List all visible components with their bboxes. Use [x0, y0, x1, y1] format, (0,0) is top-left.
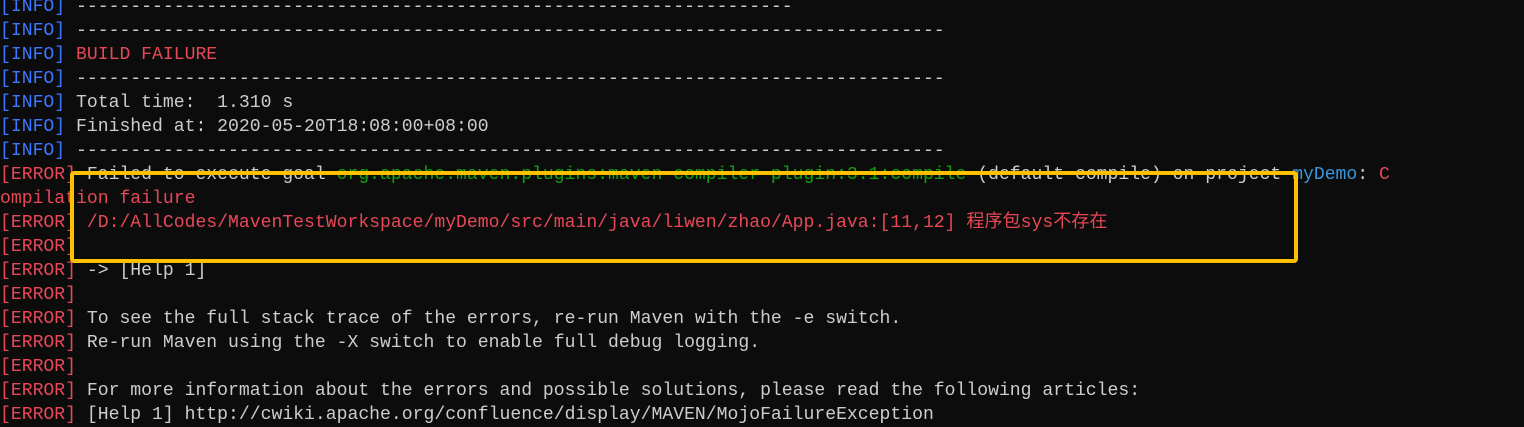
console-line: [INFO] BUILD FAILURE [0, 43, 1390, 67]
log-text: ----------------------------------------… [65, 0, 793, 17]
console-line: [ERROR] For more information about the e… [0, 379, 1390, 403]
log-level-tag: [INFO] [0, 93, 66, 113]
log-text: -> [Help 1] [76, 261, 207, 281]
log-text: Total time: 1.310 s [65, 93, 294, 113]
log-text: myDemo [1292, 165, 1358, 185]
log-text: ----------------------------------------… [65, 21, 945, 41]
console-line: [INFO] ---------------------------------… [0, 67, 1390, 91]
log-text: ----------------------------------------… [65, 141, 945, 161]
log-text: To see the full stack trace of the error… [76, 309, 902, 329]
log-level-tag: [INFO] [0, 45, 66, 65]
log-level-tag: [ERROR] [0, 261, 77, 281]
log-level-tag: [ERROR] [0, 285, 77, 305]
log-level-tag: [ERROR] [0, 357, 77, 377]
log-level-tag: [INFO] [0, 0, 66, 17]
log-level-tag: [INFO] [0, 21, 66, 41]
console-line: [INFO] ---------------------------------… [0, 139, 1390, 163]
log-level-tag: [ERROR] [0, 405, 77, 425]
log-text: Re-run Maven using the -X switch to enab… [76, 333, 761, 353]
console-line: [INFO] Total time: 1.310 s [0, 91, 1390, 115]
console-line: [ERROR] [0, 283, 1390, 307]
log-level-tag: [ERROR] [0, 165, 77, 185]
log-level-tag: [INFO] [0, 117, 66, 137]
log-text: : [1357, 165, 1379, 185]
console-line: [INFO] ---------------------------------… [0, 0, 1390, 19]
log-level-tag: [INFO] [0, 69, 66, 89]
log-text: BUILD FAILURE [76, 45, 218, 65]
console-line: [INFO] ---------------------------------… [0, 19, 1390, 43]
log-text: ----------------------------------------… [65, 69, 945, 89]
console-line: [ERROR] To see the full stack trace of t… [0, 307, 1390, 331]
highlight-box [70, 171, 1298, 263]
log-level-tag: [INFO] [0, 141, 66, 161]
log-level-tag: [ERROR] [0, 381, 77, 401]
console-line: [ERROR] Re-run Maven using the -X switch… [0, 331, 1390, 355]
log-level-tag: [ERROR] [0, 213, 77, 233]
log-level-tag: [ERROR] [0, 333, 77, 353]
console-line: [ERROR] [Help 1] http://cwiki.apache.org… [0, 403, 1390, 427]
log-text: [Help 1] http://cwiki.apache.org/conflue… [76, 405, 934, 425]
console-line: [INFO] Finished at: 2020-05-20T18:08:00+… [0, 115, 1390, 139]
console-line: [ERROR] [0, 355, 1390, 379]
log-text: C [1379, 165, 1390, 185]
log-text: For more information about the errors an… [76, 381, 1141, 401]
log-level-tag: [ERROR] [0, 237, 77, 257]
log-text: Finished at: 2020-05-20T18:08:00+08:00 [65, 117, 489, 137]
log-level-tag: [ERROR] [0, 309, 77, 329]
